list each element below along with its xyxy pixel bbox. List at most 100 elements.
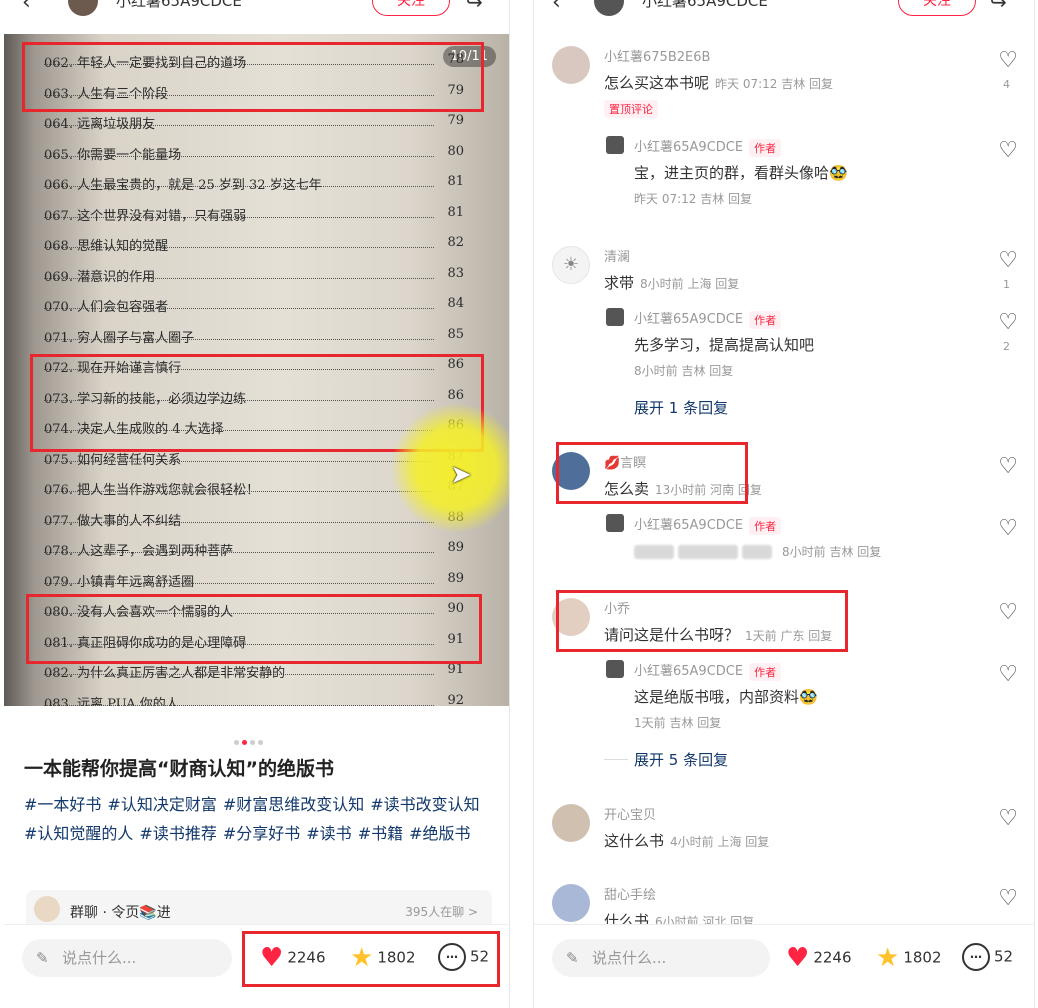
carousel-dots (234, 730, 266, 749)
toc-title: 065. 你需要一个能量场 (44, 147, 182, 163)
toc-page-number: 85 (447, 326, 464, 342)
highlight-box-comment (556, 590, 848, 652)
blurred-text (742, 544, 772, 559)
author-avatar[interactable] (594, 0, 624, 16)
toc-row: 078. 人这辈子，会遇到两种菩萨 89 (44, 534, 464, 565)
toc-title: 071. 穷人圈子与富人圈子 (44, 330, 195, 346)
top-header: ‹ 小红薯65A9CDCE 关注 ↪ (4, 0, 509, 32)
author-avatar[interactable] (68, 0, 98, 16)
comment-username[interactable]: 小红薯675B2E6B (604, 46, 710, 65)
hashtag-link[interactable]: #认知觉醒的人 (24, 824, 133, 843)
follow-button[interactable]: 关注 (898, 0, 976, 16)
user-avatar[interactable] (606, 308, 624, 326)
like-heart-icon[interactable]: ♡ (998, 310, 1018, 335)
comment-meta[interactable]: 4小时前 上海 回复 (670, 835, 769, 849)
like-button[interactable]: ♥ 2246 (786, 943, 852, 973)
hashtag-link[interactable]: #一本好书 (24, 795, 101, 814)
toc-row: 066. 人生最宝贵的，就是 25 岁到 32 岁这七年 81 (44, 168, 464, 199)
reply-username[interactable]: 小红薯65A9CDCE (634, 140, 743, 155)
toc-page-number: 81 (447, 204, 464, 220)
collect-count: 1802 (377, 948, 416, 967)
comment-button[interactable]: … 52 (438, 943, 489, 971)
divider (604, 759, 628, 760)
toc-row: 067. 这个世界没有对错，只有强弱 81 (44, 199, 464, 230)
comment-text-line: 求带 8小时前 上海 回复 (604, 272, 739, 293)
reply-meta[interactable]: 8小时前 吉林 回复 (634, 362, 733, 379)
highlight-box-top (22, 42, 484, 112)
comment-meta[interactable]: 8小时前 上海 回复 (640, 277, 739, 291)
comment-username[interactable]: 开心宝贝 (604, 804, 656, 823)
heart-icon: ♥ (260, 943, 284, 973)
author-name[interactable]: 小红薯65A9CDCE (642, 0, 768, 11)
author-badge: 作者 (749, 138, 782, 157)
comment-like-count: 4 (1003, 78, 1010, 91)
comment-username[interactable]: 清澜 (604, 246, 630, 265)
blurred-mention (634, 544, 674, 559)
back-arrow-icon[interactable]: ‹ (22, 0, 31, 15)
bottom-action-bar: ✎ 说点什么... ♥ 2246 ★ 1802 … 52 (4, 924, 509, 1008)
toc-page-number: 89 (447, 540, 464, 555)
hashtag-link[interactable]: #认知决定财富 (107, 795, 216, 814)
hashtag-link[interactable]: #财富思维改变认知 (223, 795, 364, 814)
like-heart-icon[interactable]: ♡ (998, 454, 1018, 479)
sun-avatar-icon[interactable]: ☀ (552, 246, 590, 284)
comment-input[interactable]: ✎ 说点什么... (22, 939, 232, 977)
toc-title: 070. 人们会包容强者 (44, 300, 169, 315)
book-photo[interactable]: 10/11 062. 年轻人一定要找到自己的道场 78 063. 人生有三个阶段 79… (4, 34, 509, 707)
reply-meta[interactable]: 1天前 吉林 回复 (634, 714, 721, 731)
bottom-action-bar: ✎ 说点什么... ♥ 2246 ★ 1802 … 52 (534, 924, 1034, 1008)
toc-row: 077. 做大事的人不纠结88 (44, 504, 464, 535)
user-avatar[interactable] (552, 804, 590, 842)
like-heart-icon[interactable]: ♡ (998, 516, 1018, 541)
like-count: 2246 (813, 948, 852, 967)
like-heart-icon[interactable]: ♡ (998, 138, 1018, 163)
like-heart-icon[interactable]: ♡ (998, 806, 1018, 831)
user-avatar[interactable] (552, 884, 590, 922)
comment-meta[interactable]: 昨天 07:12 吉林 回复 (715, 77, 833, 91)
hashtag-link[interactable]: #读书改变认知 (370, 795, 479, 814)
user-avatar[interactable] (606, 660, 624, 678)
pen-icon: ✎ (566, 949, 579, 967)
comment-username[interactable]: 甜心手绘 (604, 884, 656, 903)
collect-button[interactable]: ★ 1802 (876, 943, 942, 973)
like-button[interactable]: ♥ 2246 (260, 943, 326, 973)
like-heart-icon[interactable]: ♡ (998, 48, 1018, 73)
toc-page-number: 92 (447, 692, 464, 707)
hashtag-link[interactable]: #绝版书 (409, 824, 470, 843)
comment-button[interactable]: … 52 (962, 943, 1013, 971)
comment-input[interactable]: ✎ 说点什么... (552, 939, 770, 977)
user-avatar[interactable] (552, 46, 590, 84)
user-avatar[interactable] (606, 514, 624, 532)
like-heart-icon[interactable]: ♡ (998, 662, 1018, 687)
reply-username-line[interactable]: 小红薯65A9CDCE 作者 (634, 514, 782, 535)
reply-username-line[interactable]: 小红薯65A9CDCE 作者 (634, 660, 782, 681)
expand-replies-link[interactable]: 展开 1 条回复 (634, 397, 728, 418)
author-name[interactable]: 小红薯65A9CDCE (116, 0, 242, 11)
hashtag-link[interactable]: #读书 (306, 824, 351, 843)
reply-username[interactable]: 小红薯65A9CDCE (634, 664, 743, 679)
reply-username-line[interactable]: 小红薯65A9CDCE 作者 (634, 308, 782, 329)
reply-meta[interactable]: 昨天 07:12 吉林 回复 (634, 190, 752, 207)
reply-username-line[interactable]: 小红薯65A9CDCE 作者 (634, 136, 782, 157)
comment-count: 52 (994, 947, 1014, 966)
user-avatar[interactable] (606, 136, 624, 154)
pinned-badge: 置顶评论 (604, 100, 658, 118)
collect-button[interactable]: ★ 1802 (350, 943, 416, 973)
back-arrow-icon[interactable]: ‹ (552, 0, 561, 15)
toc-row: 079. 小镇青年远离舒适圈 89 (44, 565, 464, 596)
follow-button[interactable]: 关注 (372, 0, 450, 16)
hashtag-link[interactable]: #分享好书 (223, 824, 300, 843)
hashtag-link[interactable]: #读书推荐 (139, 824, 216, 843)
reply-username[interactable]: 小红薯65A9CDCE (634, 312, 743, 327)
reply-meta[interactable]: 8小时前 吉林 回复 (782, 545, 881, 559)
share-icon[interactable]: ↪ (466, 0, 483, 14)
share-icon[interactable]: ↪ (990, 0, 1007, 14)
hashtag-link[interactable]: #书籍 (358, 824, 403, 843)
like-heart-icon[interactable]: ♡ (998, 886, 1018, 911)
comment-text: 怎么买这本书呢 (604, 74, 710, 92)
like-heart-icon[interactable]: ♡ (998, 600, 1018, 625)
expand-replies-link[interactable]: 展开 5 条回复 (634, 749, 728, 770)
like-heart-icon[interactable]: ♡ (998, 248, 1018, 273)
reply-text: 宝，进主页的群，看群头像哈🥸 (634, 164, 848, 182)
reply-username[interactable]: 小红薯65A9CDCE (634, 518, 743, 533)
